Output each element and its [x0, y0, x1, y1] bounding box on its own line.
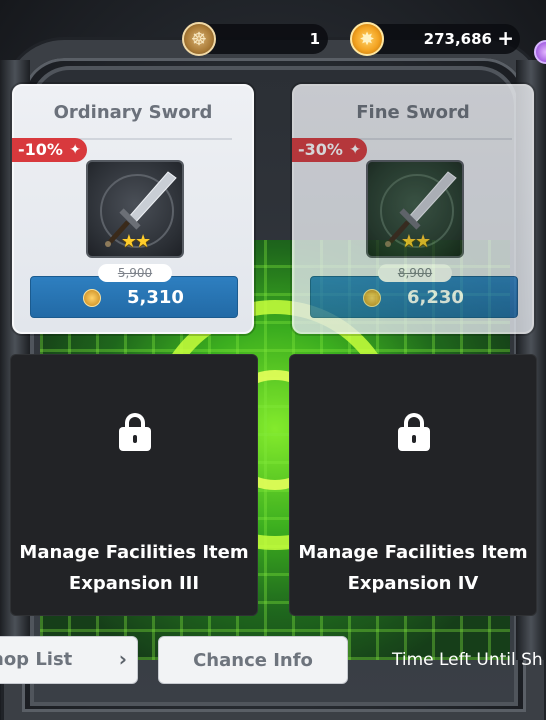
discount-text: -10% — [18, 140, 63, 159]
item-name: Fine Sword — [356, 102, 470, 123]
locked-slot-title: Manage Facilities Item Expansion III — [19, 542, 249, 594]
sparkle-icon: ✦ — [69, 142, 81, 158]
gold-amount: 273,686 — [423, 30, 492, 48]
item-name: Ordinary Sword — [53, 102, 213, 123]
currency-bar: ☸ 1 ✸ 273,686 + — [0, 16, 546, 64]
chevron-right-icon: › — [118, 647, 127, 671]
add-gold-button[interactable]: + — [497, 26, 514, 50]
locked-slot-expansion-iii[interactable]: Manage Facilities Item Expansion III — [10, 354, 258, 616]
gem-icon[interactable] — [534, 40, 546, 64]
price: 6,230 — [407, 287, 464, 308]
gold-counter[interactable]: ✸ 273,686 + — [350, 22, 520, 56]
token-count: 1 — [309, 30, 320, 48]
ship-wheel-icon: ☸ — [182, 22, 216, 56]
item-card-fine-sword[interactable]: Fine Sword -30% ✦ ★★ 6,230 8,900 — [292, 84, 534, 334]
original-price: 5,900 — [98, 264, 172, 282]
lock-icon — [119, 413, 151, 451]
gold-coin-icon: ✸ — [350, 22, 384, 56]
original-price: 8,900 — [378, 264, 452, 282]
gold-coin-icon — [83, 289, 101, 307]
locked-slot-title: Manage Facilities Item Expansion IV — [298, 542, 528, 594]
token-counter[interactable]: ☸ 1 — [182, 22, 328, 56]
chance-info-button[interactable]: Chance Info — [158, 636, 348, 684]
locked-slot-expansion-iv[interactable]: Manage Facilities Item Expansion IV — [289, 354, 537, 616]
shop-list-button[interactable]: hop List › — [0, 636, 138, 684]
discount-badge: -10% ✦ — [12, 138, 87, 162]
item-card-ordinary-sword[interactable]: Ordinary Sword -10% ✦ ★★ 5,310 5,900 — [12, 84, 254, 334]
discount-badge: -30% ✦ — [292, 138, 367, 162]
item-icon-box: ★★ — [366, 160, 464, 258]
shop-list-label: hop List — [0, 649, 73, 670]
lock-icon — [398, 413, 430, 451]
discount-text: -30% — [298, 140, 343, 159]
price: 5,310 — [127, 287, 184, 308]
time-left-label: Time Left Until Sh — [392, 650, 543, 670]
sparkle-icon: ✦ — [349, 142, 361, 158]
item-icon-box: ★★ — [86, 160, 184, 258]
buy-button[interactable]: 5,310 — [30, 276, 238, 318]
gold-coin-icon — [363, 289, 381, 307]
rarity-stars: ★★ — [400, 231, 431, 252]
rarity-stars: ★★ — [120, 231, 151, 252]
buy-button[interactable]: 6,230 — [310, 276, 518, 318]
